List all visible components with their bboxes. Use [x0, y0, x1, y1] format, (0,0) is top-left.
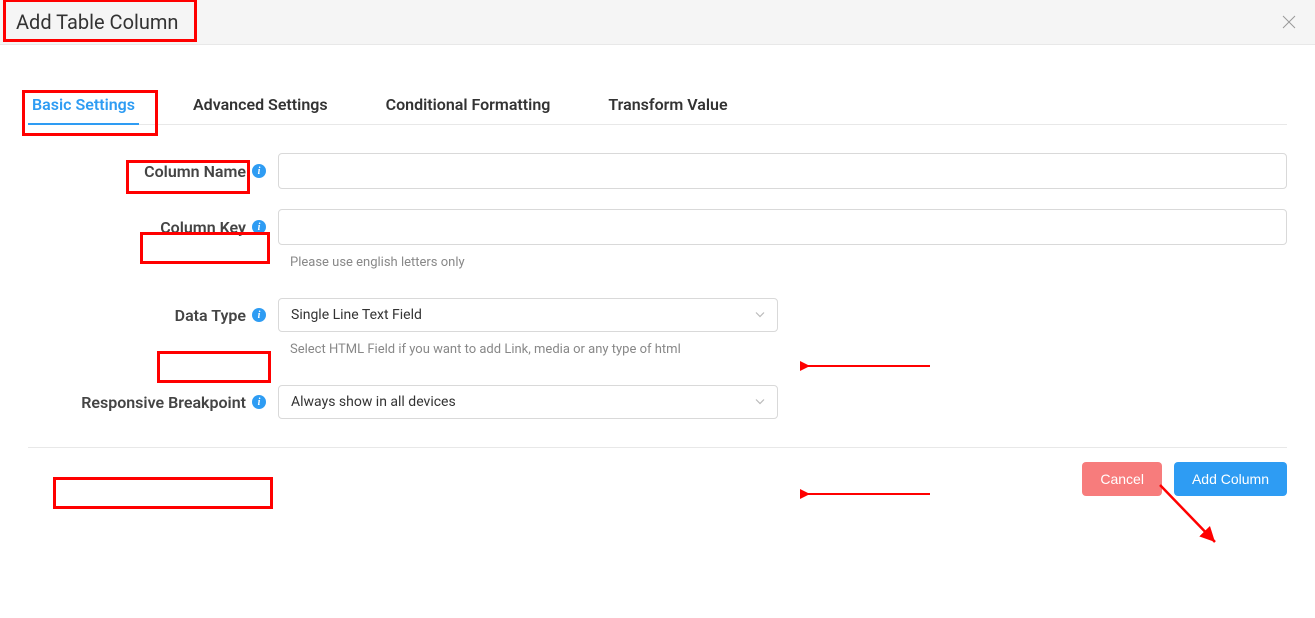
label-responsive-breakpoint-text: Responsive Breakpoint — [81, 393, 246, 412]
close-icon — [1282, 15, 1296, 29]
tabs-container: Basic Settings Advanced Settings Conditi… — [28, 85, 1287, 125]
form-body: Column Name i Column Key i Please use en… — [28, 153, 1287, 419]
input-wrapper-column-name — [278, 153, 1287, 189]
row-column-name: Column Name i — [28, 153, 1287, 189]
tab-conditional-formatting[interactable]: Conditional Formatting — [382, 85, 555, 124]
row-responsive-breakpoint: Responsive Breakpoint i Always show in a… — [28, 385, 1287, 419]
responsive-breakpoint-select[interactable]: Always show in all devices — [278, 385, 778, 419]
help-column-key: Please use english letters only — [290, 255, 1287, 270]
data-type-select[interactable]: Single Line Text Field — [278, 298, 778, 332]
info-icon[interactable]: i — [252, 164, 266, 178]
label-data-type: Data Type i — [28, 306, 278, 325]
cancel-button[interactable]: Cancel — [1082, 462, 1162, 496]
label-responsive-breakpoint: Responsive Breakpoint i — [28, 393, 278, 412]
dialog-footer: Cancel Add Column — [28, 447, 1287, 510]
label-column-name-text: Column Name — [144, 162, 246, 181]
column-key-input[interactable] — [278, 209, 1287, 245]
tab-transform-value[interactable]: Transform Value — [604, 85, 731, 124]
tab-basic-settings[interactable]: Basic Settings — [28, 85, 139, 124]
info-icon[interactable]: i — [252, 220, 266, 234]
row-data-type: Data Type i Single Line Text Field — [28, 298, 1287, 332]
tab-advanced-settings[interactable]: Advanced Settings — [189, 85, 332, 124]
info-icon[interactable]: i — [252, 308, 266, 322]
help-data-type: Select HTML Field if you want to add Lin… — [290, 342, 1287, 357]
close-button[interactable] — [1279, 12, 1299, 32]
label-column-name: Column Name i — [28, 162, 278, 181]
row-column-key: Column Key i — [28, 209, 1287, 245]
dialog-title: Add Table Column — [16, 10, 178, 34]
data-type-select-wrapper: Single Line Text Field — [278, 298, 778, 332]
tabs: Basic Settings Advanced Settings Conditi… — [28, 85, 1287, 124]
label-column-key: Column Key i — [28, 218, 278, 237]
input-wrapper-column-key — [278, 209, 1287, 245]
responsive-breakpoint-select-wrapper: Always show in all devices — [278, 385, 778, 419]
label-column-key-text: Column Key — [160, 218, 246, 237]
dialog-header: Add Table Column — [0, 0, 1315, 45]
label-data-type-text: Data Type — [175, 306, 246, 325]
column-name-input[interactable] — [278, 153, 1287, 189]
add-column-button[interactable]: Add Column — [1174, 462, 1287, 496]
info-icon[interactable]: i — [252, 395, 266, 409]
